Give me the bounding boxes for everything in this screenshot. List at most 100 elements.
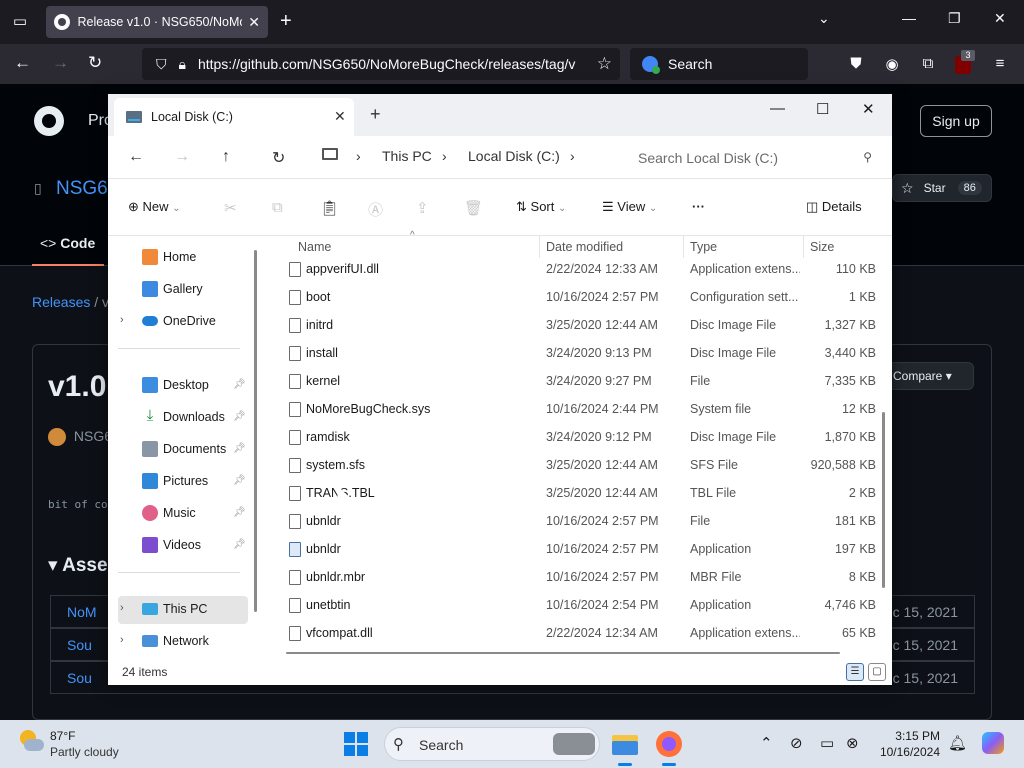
reload-icon[interactable]: ↻ xyxy=(88,53,102,73)
paste-icon[interactable]: 📋︎ xyxy=(320,199,339,217)
file-row[interactable]: NoMoreBugCheck.sys 10/16/2024 2:44 PM Syst… xyxy=(268,396,884,424)
file-row[interactable]: vfcompat.dll 2/22/2024 12:34 AM Applicatio… xyxy=(268,620,884,648)
weather-icon[interactable] xyxy=(18,730,44,754)
maximize-icon[interactable]: ❐ xyxy=(948,10,961,27)
assets-heading[interactable]: ▾ Asse xyxy=(48,554,108,577)
path-chevron-icon[interactable]: › xyxy=(356,148,361,164)
file-row[interactable]: unetbtin 10/16/2024 2:54 PM Application 4,7… xyxy=(268,592,884,620)
copy-icon[interactable]: ⧉ xyxy=(272,199,283,216)
weather-condition[interactable]: Partly cloudy xyxy=(50,745,119,759)
chevron-down-icon[interactable]: ⌄ xyxy=(818,10,830,27)
pocket-icon[interactable]: ⛊ xyxy=(847,55,865,73)
share-icon[interactable]: ⇪ xyxy=(416,199,429,217)
extensions-icon[interactable]: ⧉ xyxy=(919,55,937,73)
column-header-type[interactable]: Type xyxy=(690,240,717,254)
file-row[interactable]: kernel 3/24/2020 9:27 PM File 7,335 KB xyxy=(268,368,884,396)
column-divider[interactable] xyxy=(803,236,804,258)
path-this-pc[interactable]: This PC xyxy=(382,148,432,164)
file-row[interactable]: ubnldr 10/16/2024 2:57 PM File 181 KB xyxy=(268,508,884,536)
release-author[interactable]: NSG6 xyxy=(48,428,112,447)
refresh-icon[interactable]: ↻ xyxy=(272,148,285,168)
lock-icon[interactable]: 🔒︎ xyxy=(179,56,186,73)
file-row[interactable]: initrd 3/25/2020 12:44 AM Disc Image File 1… xyxy=(268,312,884,340)
show-hidden-icons-icon[interactable]: ⌃ xyxy=(760,734,773,752)
nav-item-videos[interactable]: Videos 📌︎ xyxy=(118,532,248,560)
notification-bell-icon[interactable]: 🔔︎ xyxy=(948,734,967,752)
new-button[interactable]: ⊕ New ⌄ xyxy=(128,199,181,215)
cut-icon[interactable]: ✂ xyxy=(224,199,237,217)
display-icon[interactable]: ▭ xyxy=(820,734,834,752)
maximize-icon[interactable]: ☐ xyxy=(816,100,829,118)
path-chevron-icon[interactable]: › xyxy=(442,148,447,164)
explorer-search-input[interactable]: Search Local Disk (C:) ⚲ xyxy=(626,141,888,173)
nav-item-desktop[interactable]: Desktop 📌︎ xyxy=(118,372,248,400)
nav-item-music[interactable]: Music 📌︎ xyxy=(118,500,248,528)
close-tab-icon[interactable]: ✕ xyxy=(248,14,260,31)
asset-name[interactable]: NoM xyxy=(67,604,97,620)
tab-code[interactable]: <> Code xyxy=(40,235,95,251)
author-name[interactable]: NSG6 xyxy=(74,428,112,444)
file-row[interactable]: ubnldr 10/16/2024 2:57 PM Application 197 K… xyxy=(268,536,884,564)
more-options-button[interactable]: ··· xyxy=(692,199,705,214)
list-vertical-scrollbar[interactable] xyxy=(882,412,885,588)
shield-icon[interactable]: ⛉ xyxy=(156,56,167,73)
close-window-icon[interactable]: ✕ xyxy=(994,10,1006,27)
network-off-icon[interactable]: ⊘ xyxy=(790,734,803,752)
nav-scrollbar[interactable] xyxy=(254,250,257,612)
expand-chevron-icon[interactable]: › xyxy=(120,602,124,614)
column-divider[interactable] xyxy=(539,236,540,258)
column-header-name[interactable]: Name xyxy=(298,240,331,254)
close-tab-icon[interactable]: ✕ xyxy=(334,108,346,125)
nav-item-home[interactable]: Home xyxy=(118,244,248,272)
expand-chevron-icon[interactable]: › xyxy=(120,314,124,326)
nav-item-network[interactable]: › Network xyxy=(118,628,248,656)
file-row[interactable]: ubnldr.mbr 10/16/2024 2:57 PM MBR File 8 KB xyxy=(268,564,884,592)
minimize-icon[interactable]: — xyxy=(902,10,916,26)
clock[interactable]: 3:15 PM 10/16/2024 xyxy=(878,728,940,760)
close-window-icon[interactable]: ✕ xyxy=(862,100,875,118)
explorer-tab[interactable]: Local Disk (C:) ✕ xyxy=(114,98,354,136)
file-explorer-taskbar-icon[interactable] xyxy=(610,729,640,766)
rename-icon[interactable]: Ⓐ xyxy=(368,199,383,220)
sign-up-button[interactable]: Sign up xyxy=(920,105,992,137)
browser-search-bar[interactable]: Search xyxy=(630,48,808,80)
nav-item-gallery[interactable]: Gallery xyxy=(118,276,248,304)
nav-item-downloads[interactable]: ⤓ Downloads 📌︎ xyxy=(118,404,248,432)
back-icon[interactable]: ← xyxy=(128,148,144,166)
asset-name[interactable]: Sou xyxy=(67,637,92,653)
new-tab-icon[interactable]: + xyxy=(280,10,292,33)
file-row[interactable]: system.sfs 3/25/2020 12:44 AM SFS File 920,… xyxy=(268,452,884,480)
asset-name[interactable]: Sou xyxy=(67,670,92,686)
github-logo-icon[interactable] xyxy=(34,106,64,136)
column-header-size[interactable]: Size xyxy=(810,240,834,254)
view-button[interactable]: ☰ View ⌄ xyxy=(602,199,657,215)
tiles-view-icon[interactable]: ▢ xyxy=(868,663,886,681)
back-icon[interactable]: ← xyxy=(14,53,31,73)
details-view-icon[interactable]: ☰ xyxy=(846,663,864,681)
bookmark-star-icon[interactable]: ☆ xyxy=(597,54,612,74)
path-chevron-icon[interactable]: › xyxy=(570,148,575,164)
copilot-icon[interactable] xyxy=(982,732,1004,754)
file-row[interactable]: TRANS.TBL 3/25/2020 12:44 AM TBL File 2 KB xyxy=(268,480,884,508)
taskbar-search-input[interactable]: ⚲ Search xyxy=(384,727,600,761)
star-button[interactable]: ☆ Star 86 xyxy=(892,174,992,202)
nav-item-pictures[interactable]: Pictures 📌︎ xyxy=(118,468,248,496)
url-text[interactable]: https://github.com/NSG650/NoMoreBugCheck… xyxy=(198,56,578,72)
file-row[interactable]: appverifUI.dll 2/22/2024 12:33 AM Applicat… xyxy=(268,256,884,284)
nav-item-documents[interactable]: Documents 📌︎ xyxy=(118,436,248,464)
path-local-disk[interactable]: Local Disk (C:) xyxy=(468,148,560,164)
nav-item-onedrive[interactable]: › OneDrive xyxy=(118,308,248,336)
forward-icon[interactable]: → xyxy=(52,53,69,73)
details-button[interactable]: ◫ Details xyxy=(806,199,862,215)
breadcrumb-releases-link[interactable]: Releases xyxy=(32,294,90,310)
column-divider[interactable] xyxy=(683,236,684,258)
minimize-icon[interactable]: — xyxy=(770,100,785,117)
up-icon[interactable]: ↑ xyxy=(222,148,230,166)
repo-name-link[interactable]: NSG6 xyxy=(56,178,108,200)
url-bar[interactable]: ⛉ 🔒︎ https://github.com/NSG650/NoMoreBug… xyxy=(142,48,620,80)
sort-button[interactable]: ⇅ Sort ⌄ xyxy=(516,199,566,215)
menu-icon[interactable]: ≡ xyxy=(991,55,1009,73)
delete-icon[interactable]: 🗑︎ xyxy=(464,199,483,217)
volume-muted-icon[interactable]: ⊗ xyxy=(846,734,859,752)
firefox-taskbar-icon[interactable] xyxy=(654,729,684,766)
